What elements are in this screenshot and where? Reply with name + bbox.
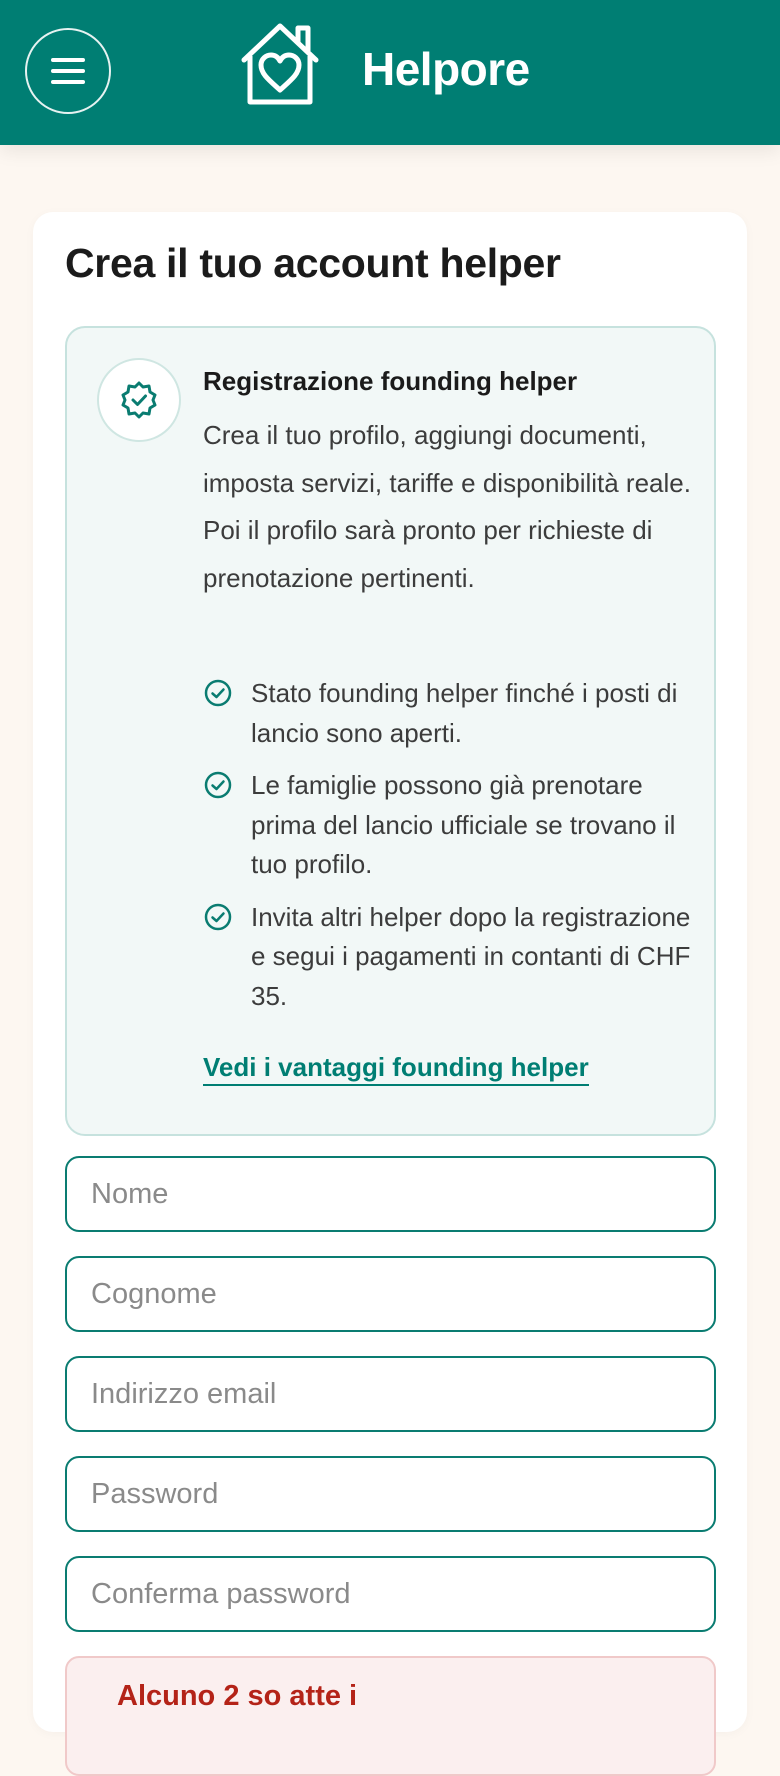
page-title: Crea il tuo account helper (65, 240, 561, 286)
benefit-item: Stato founding helper finché i posti di … (203, 674, 703, 753)
password-field[interactable] (65, 1456, 716, 1532)
check-circle-icon (204, 771, 232, 799)
info-description: Crea il tuo profilo, aggiungi documenti,… (203, 420, 691, 593)
badge-container (97, 358, 181, 442)
founding-helper-info-box: Registrazione founding helper Crea il tu… (65, 326, 716, 1136)
brand-name[interactable]: Helpore (362, 42, 530, 96)
founding-benefits-link[interactable]: Vedi i vantaggi founding helper (203, 1050, 589, 1086)
first-name-field[interactable] (65, 1156, 716, 1232)
menu-button[interactable] (25, 28, 111, 114)
benefit-item: Invita altri helper dopo la registrazion… (203, 898, 703, 1017)
benefit-item: Le famiglie possono già prenotare prima … (203, 766, 703, 885)
email-field[interactable] (65, 1356, 716, 1432)
hamburger-menu-icon (51, 58, 85, 84)
top-app-bar: Helpore (0, 0, 780, 145)
house-heart-icon[interactable] (236, 18, 324, 106)
benefit-text: Stato founding helper finché i posti di … (251, 678, 678, 748)
check-circle-icon (204, 903, 232, 930)
benefit-text: Le famiglie possono già prenotare prima … (251, 770, 676, 879)
last-name-field[interactable] (65, 1256, 716, 1332)
info-title: Registrazione founding helper (203, 366, 578, 396)
error-alert-text: Alcuno 2 so atte i (117, 1680, 358, 1712)
signup-card: Crea il tuo account helper Registrazione… (33, 212, 747, 1776)
benefits-list: Stato founding helper finché i posti di … (203, 674, 703, 1029)
confirm-password-field[interactable] (65, 1556, 716, 1632)
benefit-text: Invita altri helper dopo la registrazion… (251, 901, 691, 1011)
check-circle-icon (204, 679, 232, 707)
error-alert: Alcuno 2 so atte i (65, 1656, 716, 1776)
verified-badge-icon (121, 381, 157, 419)
